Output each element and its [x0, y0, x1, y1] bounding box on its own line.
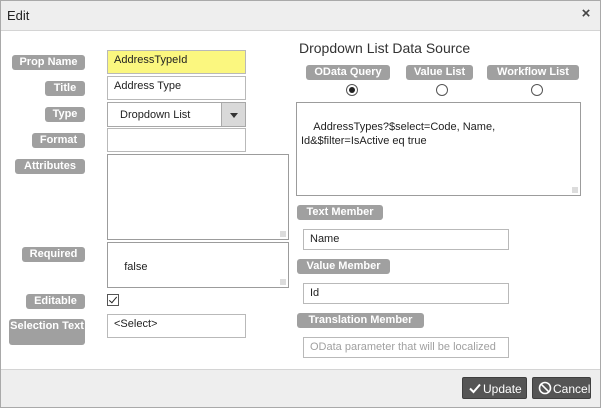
resize-grip-icon[interactable]: [572, 187, 578, 193]
update-button[interactable]: Update: [462, 377, 527, 399]
attributes-label: Attributes: [15, 159, 85, 174]
dialog-title: Edit: [7, 8, 30, 23]
edit-dialog: Edit × Prop Name AddressTypeId Title Add…: [0, 0, 601, 408]
type-select[interactable]: Dropdown List: [107, 102, 246, 127]
required-label: Required: [22, 247, 85, 262]
odata-query-textarea[interactable]: AddressTypes?$select=Code, Name, Id&$fil…: [296, 102, 581, 196]
value-member-label: Value Member: [297, 259, 390, 274]
prop-name-label: Prop Name: [12, 55, 85, 70]
attributes-textarea[interactable]: [107, 154, 289, 240]
text-member-field[interactable]: Name: [303, 229, 509, 250]
editable-label: Editable: [26, 294, 85, 309]
selection-text-field[interactable]: <Select>: [107, 314, 246, 338]
translation-member-label: Translation Member: [297, 313, 424, 328]
format-label: Format: [32, 133, 85, 148]
required-value: false: [124, 261, 148, 273]
title-field[interactable]: Address Type: [107, 76, 246, 100]
radio-value-list[interactable]: [436, 84, 448, 96]
radio-label-odata-query: OData Query: [306, 65, 390, 80]
translation-member-field[interactable]: OData parameter that will be localized: [303, 337, 509, 358]
selection-text-label: Selection Text: [9, 319, 85, 345]
type-label: Type: [45, 107, 85, 122]
dialog-titlebar: Edit ×: [1, 1, 600, 31]
chevron-down-icon[interactable]: [221, 103, 245, 126]
value-member-field[interactable]: Id: [303, 283, 509, 304]
radio-label-value-list: Value List: [406, 65, 473, 80]
odata-query-value: AddressTypes?$select=Code, Name, Id&$fil…: [301, 121, 499, 147]
update-button-label: Update: [483, 382, 522, 396]
radio-odata-query[interactable]: [346, 84, 358, 96]
radio-workflow-list[interactable]: [531, 84, 543, 96]
resize-grip-icon[interactable]: [280, 231, 286, 237]
datasource-heading: Dropdown List Data Source: [299, 40, 471, 56]
cancel-icon: [538, 381, 552, 395]
required-textarea[interactable]: false: [107, 242, 289, 288]
resize-grip-icon[interactable]: [280, 279, 286, 285]
check-icon: [469, 383, 481, 394]
editable-checkbox[interactable]: [107, 294, 119, 306]
cancel-button-label: Cancel: [553, 382, 591, 396]
format-field[interactable]: [107, 128, 246, 152]
title-label: Title: [45, 81, 85, 96]
close-icon[interactable]: ×: [578, 6, 594, 22]
cancel-button[interactable]: Cancel: [532, 377, 591, 399]
text-member-label: Text Member: [297, 205, 383, 220]
radio-label-workflow-list: Workflow List: [487, 65, 579, 80]
prop-name-field[interactable]: AddressTypeId: [107, 50, 246, 74]
type-select-value: Dropdown List: [120, 109, 191, 121]
